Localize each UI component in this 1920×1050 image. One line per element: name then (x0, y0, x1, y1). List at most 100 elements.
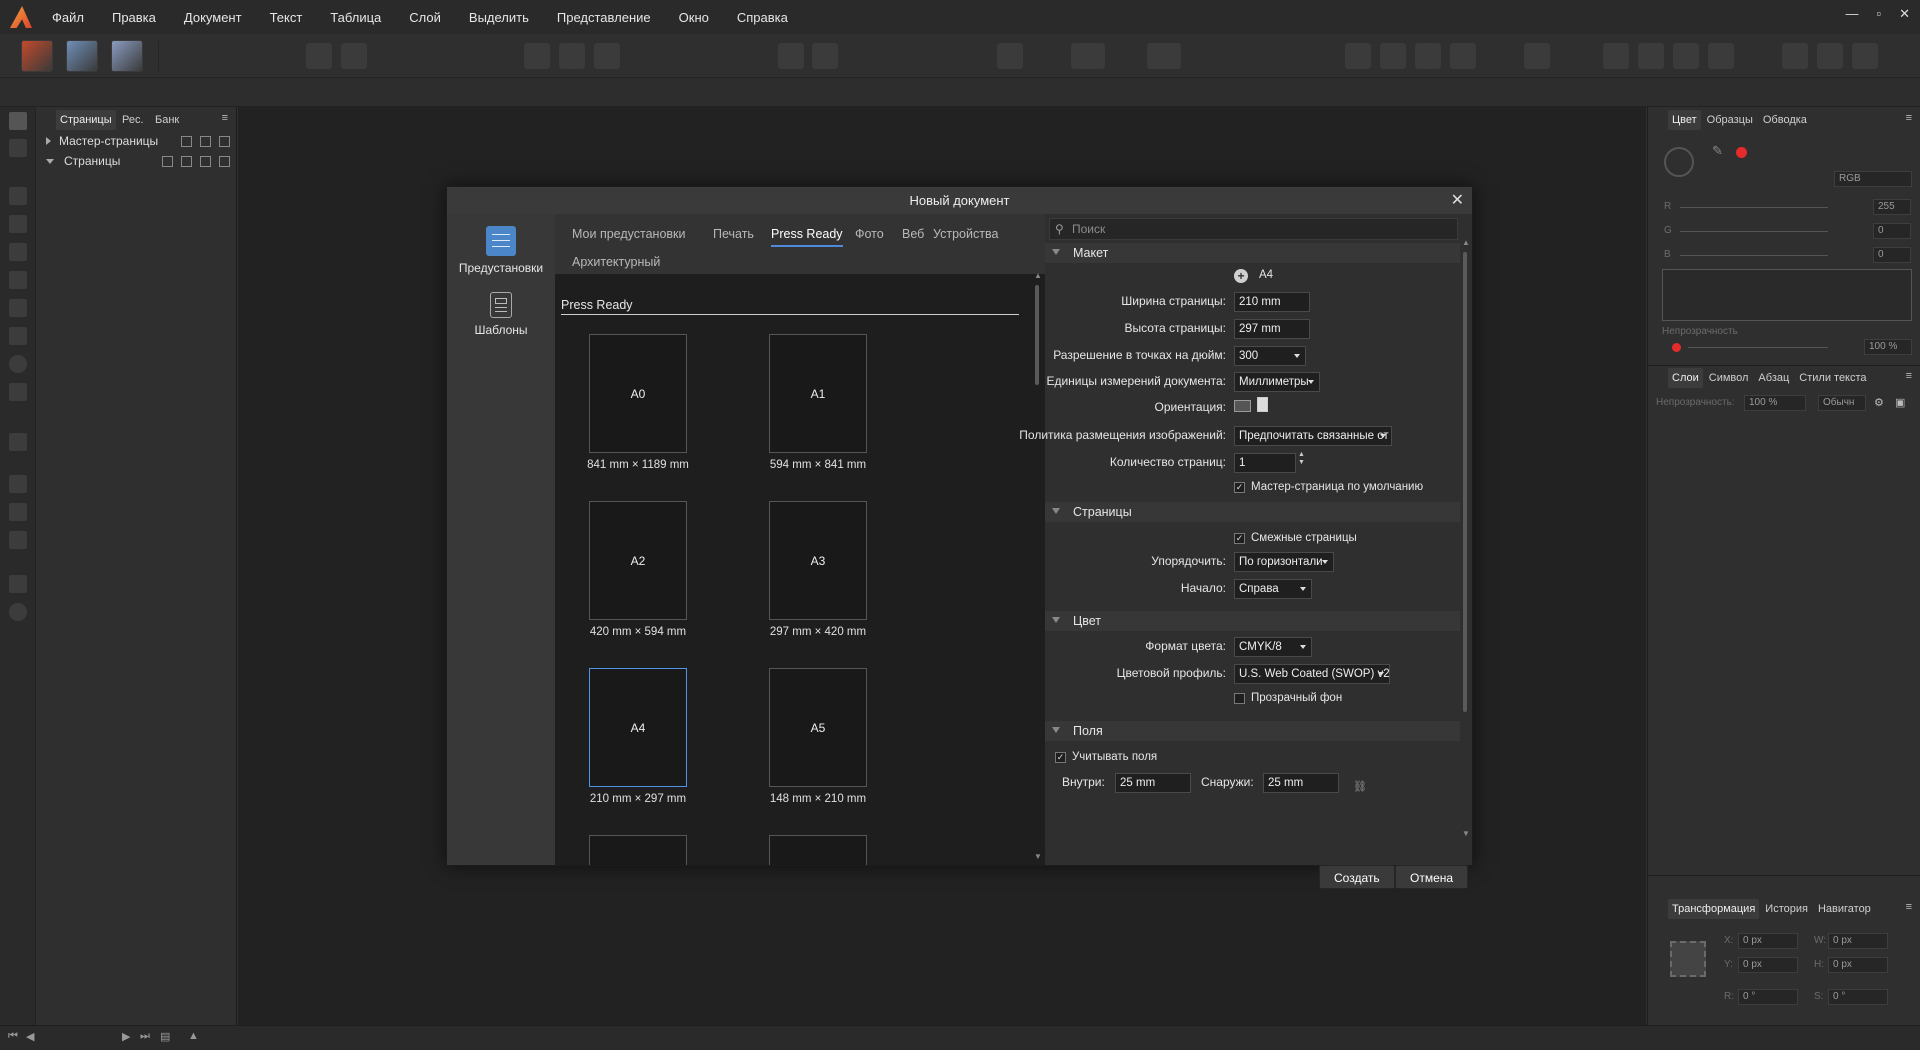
add-preset-icon[interactable]: + (1234, 269, 1248, 283)
tab-web[interactable]: Веб (902, 227, 924, 241)
collapse-icon[interactable] (46, 158, 54, 164)
hand-tool-icon[interactable] (9, 575, 27, 593)
outside-input[interactable]: 25 mm (1263, 773, 1339, 793)
close-window-button[interactable]: ✕ (1899, 6, 1910, 22)
toolbar-button[interactable] (1638, 43, 1664, 69)
place-image-tool-icon[interactable] (9, 383, 27, 401)
b-value[interactable]: 0 (1873, 247, 1911, 263)
section-margins-header[interactable]: Поля (1045, 721, 1460, 741)
toolbar-button[interactable] (778, 43, 804, 69)
ellipse-tool-icon[interactable] (9, 355, 27, 373)
tab-history[interactable]: История (1761, 899, 1812, 919)
opacity-value[interactable]: 100 % (1864, 339, 1912, 355)
toolbar-button[interactable] (594, 43, 620, 69)
page-count-input[interactable]: 1 (1234, 453, 1296, 473)
zoom-tool-icon[interactable] (9, 603, 27, 621)
settings-scrollbar[interactable]: ▲ ▼ (1460, 238, 1470, 838)
toolbar-button[interactable] (1852, 43, 1878, 69)
presets-button[interactable]: Предустановки (447, 226, 555, 275)
current-color-swatch[interactable] (1736, 147, 1747, 158)
picture-frame-tool-icon[interactable] (9, 327, 27, 345)
use-margins-checkbox[interactable]: ✓ Учитывать поля (1055, 749, 1157, 765)
spread-icon[interactable] (162, 155, 173, 167)
transform-y-field[interactable]: 0 px (1738, 957, 1798, 973)
page-count-stepper[interactable]: ▲ ▼ (1298, 451, 1305, 467)
tab-layers[interactable]: Слои (1668, 368, 1703, 388)
delete-page-icon[interactable] (219, 155, 230, 167)
panel-menu-icon[interactable]: ≡ (1906, 901, 1912, 913)
last-page-icon[interactable]: ⏭ (140, 1030, 150, 1043)
panel-menu-icon[interactable]: ≡ (1906, 370, 1912, 382)
menu-layer[interactable]: Слой (409, 10, 441, 25)
color-mode-select[interactable]: RGB (1834, 171, 1912, 187)
toolbar-button[interactable] (306, 43, 332, 69)
designer-persona-icon[interactable] (66, 40, 98, 72)
tab-transform[interactable]: Трансформация (1668, 899, 1760, 919)
search-input[interactable]: ⚲ Поиск (1049, 218, 1458, 240)
master-default-checkbox[interactable]: ✓ Мастер-страница по умолчанию (1234, 479, 1423, 495)
preset-card-a5[interactable]: A5 (769, 668, 867, 787)
bell-icon[interactable]: ▲ (188, 1030, 199, 1042)
add-page-icon[interactable] (181, 155, 192, 167)
toolbar-button[interactable] (1673, 43, 1699, 69)
fill-tool-icon[interactable] (9, 475, 27, 493)
cancel-button[interactable]: Отмена (1395, 865, 1469, 889)
menu-file[interactable]: Файл (52, 10, 84, 25)
fill-stroke-icon[interactable] (1664, 147, 1694, 177)
tab-character[interactable]: Символ (1705, 368, 1753, 388)
tab-press-ready[interactable]: Press Ready (771, 227, 843, 247)
width-input[interactable]: 210 mm (1234, 292, 1310, 312)
next-page-icon[interactable]: ▶ (122, 1030, 130, 1043)
preset-card-a3[interactable]: A3 (769, 501, 867, 620)
artistic-text-tool-icon[interactable] (9, 243, 27, 261)
toolbar-button[interactable] (559, 43, 585, 69)
g-value[interactable]: 0 (1873, 223, 1911, 239)
panel-menu-icon[interactable]: ≡ (222, 112, 228, 124)
transparent-bg-checkbox[interactable]: Прозрачный фон (1234, 690, 1342, 706)
blend-mode-select[interactable]: Обычн (1818, 395, 1866, 411)
g-slider[interactable] (1680, 231, 1828, 232)
close-icon[interactable]: ✕ (1451, 187, 1464, 214)
portrait-icon[interactable] (1257, 397, 1268, 412)
master-pages-row[interactable]: Мастер-страницы (40, 132, 230, 150)
tab-my-presets[interactable]: Мои предустановки (572, 227, 686, 241)
tab-print[interactable]: Печать (713, 227, 754, 241)
section-color-header[interactable]: Цвет (1045, 611, 1460, 631)
move-tool-icon[interactable] (9, 112, 27, 130)
toolbar-button[interactable] (524, 43, 550, 69)
delete-page-icon[interactable] (219, 135, 230, 147)
frame-text-tool-icon[interactable] (9, 187, 27, 205)
menu-table[interactable]: Таблица (330, 10, 381, 25)
transparency-tool-icon[interactable] (9, 503, 27, 521)
panel-menu-icon[interactable]: ≡ (1906, 112, 1912, 124)
lock-icon[interactable]: ▣ (1895, 396, 1905, 409)
tab-stock[interactable]: Банк (151, 110, 183, 130)
transform-shear-field[interactable]: 0 ° (1828, 989, 1888, 1005)
first-page-icon[interactable]: ⏮ (8, 1030, 18, 1043)
toolbar-button[interactable] (341, 43, 367, 69)
crop-tool-icon[interactable] (9, 433, 27, 451)
color-picker-tool-icon[interactable] (9, 531, 27, 549)
preset-card-a4[interactable]: A4 (589, 668, 687, 787)
page-icon[interactable]: ▤ (160, 1030, 170, 1043)
image-policy-select[interactable]: Предпочитать связанные от (1234, 426, 1392, 446)
transform-rotation-field[interactable]: 0 ° (1738, 989, 1798, 1005)
preset-card-a0[interactable]: A0 (589, 334, 687, 453)
start-select[interactable]: Справа (1234, 579, 1312, 599)
toolbar-button[interactable] (812, 43, 838, 69)
menu-view[interactable]: Представление (557, 10, 651, 25)
create-button[interactable]: Создать (1319, 865, 1395, 889)
eyedropper-icon[interactable]: ✎ (1712, 143, 1723, 159)
layers-opacity-select[interactable]: 100 % (1744, 395, 1806, 411)
gear-icon[interactable]: ⚙ (1874, 396, 1884, 409)
toolbar-button[interactable] (1603, 43, 1629, 69)
tab-swatches[interactable]: Образцы (1703, 110, 1757, 130)
preset-card-partial[interactable] (769, 835, 867, 865)
color-profile-select[interactable]: U.S. Web Coated (SWOP) v2 (1234, 664, 1390, 684)
toolbar-button[interactable] (997, 43, 1023, 69)
tab-color[interactable]: Цвет (1668, 110, 1701, 130)
section-layout-header[interactable]: Макет (1045, 243, 1460, 263)
preset-scrollbar[interactable]: ▲ ▼ (1032, 271, 1042, 861)
duplicate-page-icon[interactable] (200, 135, 211, 147)
anchor-selector-icon[interactable] (1670, 941, 1706, 977)
